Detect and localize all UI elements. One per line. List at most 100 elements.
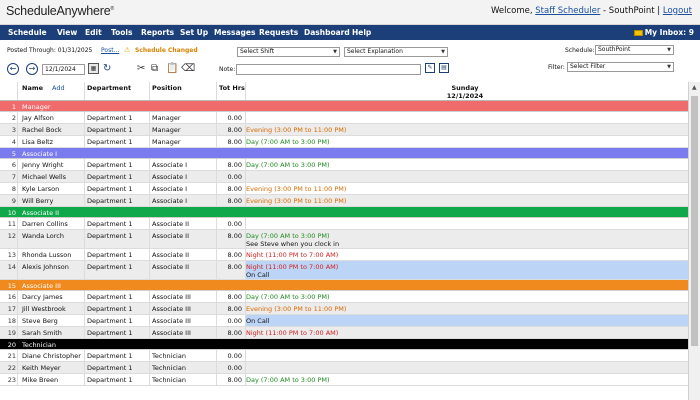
note-attach-icon[interactable]: ▤ <box>439 63 449 73</box>
group-header-row[interactable]: 15 Associate III <box>0 280 688 291</box>
employee-row[interactable]: 2 Jay Alfson Department 1 Manager 0.00 <box>0 112 688 124</box>
employee-name[interactable]: Diane Christopher <box>22 352 81 360</box>
employee-name[interactable]: Michael Wells <box>22 173 66 181</box>
employee-row[interactable]: 9 Will Berry Department 1 Associate I 8.00 Ev… <box>0 195 688 207</box>
nav-view[interactable]: View <box>57 28 77 37</box>
scroll-up-icon[interactable]: ▲ <box>692 84 697 91</box>
employee-name[interactable]: Alexis Johnson <box>22 263 69 271</box>
header-position[interactable]: Position <box>152 84 182 92</box>
calendar-icon[interactable]: ▦ <box>88 63 99 74</box>
inbox-link[interactable]: My Inbox: 9 <box>633 28 694 37</box>
employee-name[interactable]: Jay Alfson <box>22 114 54 122</box>
employee-department: Department 1 <box>87 352 133 360</box>
select-shift-dropdown[interactable]: Select Shift ▼ <box>237 47 340 57</box>
cut-icon[interactable]: ✂ <box>137 63 145 75</box>
post-link[interactable]: Post... <box>101 47 119 54</box>
shift-cell[interactable]: Evening (3:00 PM to 11:00 PM) <box>246 305 346 313</box>
shift-cell[interactable]: Evening (3:00 PM to 11:00 PM) <box>246 185 346 193</box>
next-day-button[interactable]: → <box>26 63 38 75</box>
shift-note: On Call <box>246 271 270 279</box>
group-header-row[interactable]: 1 Manager <box>0 101 688 112</box>
schedule-dropdown[interactable]: SouthPoint ▼ <box>595 45 674 55</box>
grid-header: Name Add Department Position Tot Hrs Sun… <box>0 82 688 101</box>
shift-cell[interactable]: Day (7:00 AM to 3:00 PM) See Steve when y… <box>246 232 339 248</box>
user-link[interactable]: Staff Scheduler <box>535 6 600 16</box>
nav-setup[interactable]: Set Up <box>180 28 208 37</box>
nav-messages[interactable]: Messages <box>214 28 255 37</box>
save-note-icon[interactable]: ✎ <box>425 63 435 73</box>
employee-row[interactable]: 3 Rachel Bock Department 1 Manager 8.00 Eveni… <box>0 124 688 136</box>
eraser-icon[interactable]: ⌫ <box>181 63 195 75</box>
employee-name[interactable]: Steve Berg <box>22 317 58 325</box>
copy-icon[interactable]: ⧉ <box>151 63 158 75</box>
header-tot-hrs[interactable]: Tot Hrs <box>219 84 245 92</box>
employee-name[interactable]: Will Berry <box>22 197 53 205</box>
shift-cell[interactable]: Day (7:00 AM to 3:00 PM) <box>246 376 330 384</box>
employee-name[interactable]: Lisa Beltz <box>22 138 53 146</box>
employee-name[interactable]: Kyle Larson <box>22 185 59 193</box>
group-header-row[interactable]: 20 Technician <box>0 339 688 350</box>
employee-row[interactable]: 8 Kyle Larson Department 1 Associate I 8.00 E… <box>0 183 688 195</box>
employee-row[interactable]: 4 Lisa Beltz Department 1 Manager 8.00 Day (7… <box>0 136 688 148</box>
employee-name[interactable]: Jill Westbrook <box>22 305 66 313</box>
row-number: 14 <box>7 263 16 271</box>
shift-cell[interactable]: Day (7:00 AM to 3:00 PM) <box>246 161 330 169</box>
date-input[interactable]: 12/1/2024 <box>42 64 85 75</box>
shift-cell[interactable]: Evening (3:00 PM to 11:00 PM) <box>246 197 346 205</box>
employee-row[interactable]: 11 Darren Collins Department 1 Associate II… <box>0 218 688 230</box>
employee-row[interactable]: 21 Diane Christopher Department 1 Technicia… <box>0 350 688 362</box>
header-department[interactable]: Department <box>87 84 131 92</box>
note-input[interactable] <box>236 64 421 75</box>
employee-name[interactable]: Rachel Bock <box>22 126 62 134</box>
paste-icon[interactable]: 📋 <box>166 63 178 75</box>
shift-cell[interactable]: Night (11:00 PM to 7:00 AM) On Call <box>246 263 338 279</box>
employee-name[interactable]: Sarah Smith <box>22 329 62 337</box>
employee-row[interactable]: 23 Mike Breen Department 1 Technician 8.00 Da… <box>0 374 688 386</box>
employee-name[interactable]: Wanda Lorch <box>22 232 64 240</box>
header-name[interactable]: Name <box>22 84 43 92</box>
group-header-row[interactable]: 5 Associate I <box>0 148 688 159</box>
chevron-down-icon: ▼ <box>667 64 671 70</box>
nav-help[interactable]: Help <box>352 28 371 37</box>
employee-row[interactable]: 14 Alexis Johnson Department 1 Associate II… <box>0 261 688 280</box>
employee-row[interactable]: 17 Jill Westbrook Department 1 Associate II… <box>0 303 688 315</box>
employee-row[interactable]: 13 Rhonda Lusson Department 1 Associate II 8… <box>0 249 688 261</box>
refresh-icon[interactable]: ↻ <box>103 63 111 75</box>
employee-row[interactable]: 22 Keith Meyer Department 1 Technician 0.00 <box>0 362 688 374</box>
employee-row[interactable]: 18 Steve Berg Department 1 Associate III 0.0… <box>0 315 688 327</box>
app-logo[interactable]: ScheduleAnywhere® <box>6 4 114 18</box>
group-header-row[interactable]: 10 Associate II <box>0 207 688 218</box>
nav-dashboard[interactable]: Dashboard <box>304 28 350 37</box>
nav-tools[interactable]: Tools <box>111 28 132 37</box>
employee-name[interactable]: Mike Breen <box>22 376 58 384</box>
vertical-scrollbar[interactable]: ▲ <box>688 82 700 400</box>
employee-row[interactable]: 12 Wanda Lorch Department 1 Associate II 8.0… <box>0 230 688 249</box>
nav-requests[interactable]: Requests <box>259 28 298 37</box>
employee-row[interactable]: 16 Darcy James Department 1 Associate III 8.… <box>0 291 688 303</box>
envelope-icon <box>633 30 643 36</box>
scrollbar-thumb[interactable] <box>691 96 698 346</box>
previous-day-button[interactable]: ← <box>7 63 19 75</box>
shift-cell[interactable]: On Call <box>246 317 269 325</box>
header-add-link[interactable]: Add <box>52 84 65 92</box>
employee-name[interactable]: Rhonda Lusson <box>22 251 71 259</box>
employee-department: Department 1 <box>87 138 133 146</box>
nav-reports[interactable]: Reports <box>141 28 174 37</box>
employee-name[interactable]: Darren Collins <box>22 220 68 228</box>
employee-row[interactable]: 19 Sarah Smith Department 1 Associate III 8.… <box>0 327 688 339</box>
employee-name[interactable]: Keith Meyer <box>22 364 61 372</box>
employee-row[interactable]: 6 Jenny Wright Department 1 Associate I 8.00… <box>0 159 688 171</box>
shift-cell[interactable]: Day (7:00 AM to 3:00 PM) <box>246 138 330 146</box>
shift-cell[interactable]: Evening (3:00 PM to 11:00 PM) <box>246 126 346 134</box>
nav-edit[interactable]: Edit <box>85 28 102 37</box>
nav-schedule[interactable]: Schedule <box>8 28 47 37</box>
select-explanation-dropdown[interactable]: Select Explanation ▼ <box>344 47 448 57</box>
filter-dropdown[interactable]: Select Filter ▼ <box>567 62 674 72</box>
employee-name[interactable]: Jenny Wright <box>22 161 63 169</box>
logout-link[interactable]: Logout <box>663 6 692 16</box>
shift-cell[interactable]: Night (11:00 PM to 7:00 AM) <box>246 251 338 259</box>
employee-row[interactable]: 7 Michael Wells Department 1 Associate I 0.0… <box>0 171 688 183</box>
employee-name[interactable]: Darcy James <box>22 293 63 301</box>
shift-cell[interactable]: Night (11:00 PM to 7:00 AM) <box>246 329 338 337</box>
shift-cell[interactable]: Day (7:00 AM to 3:00 PM) <box>246 293 330 301</box>
